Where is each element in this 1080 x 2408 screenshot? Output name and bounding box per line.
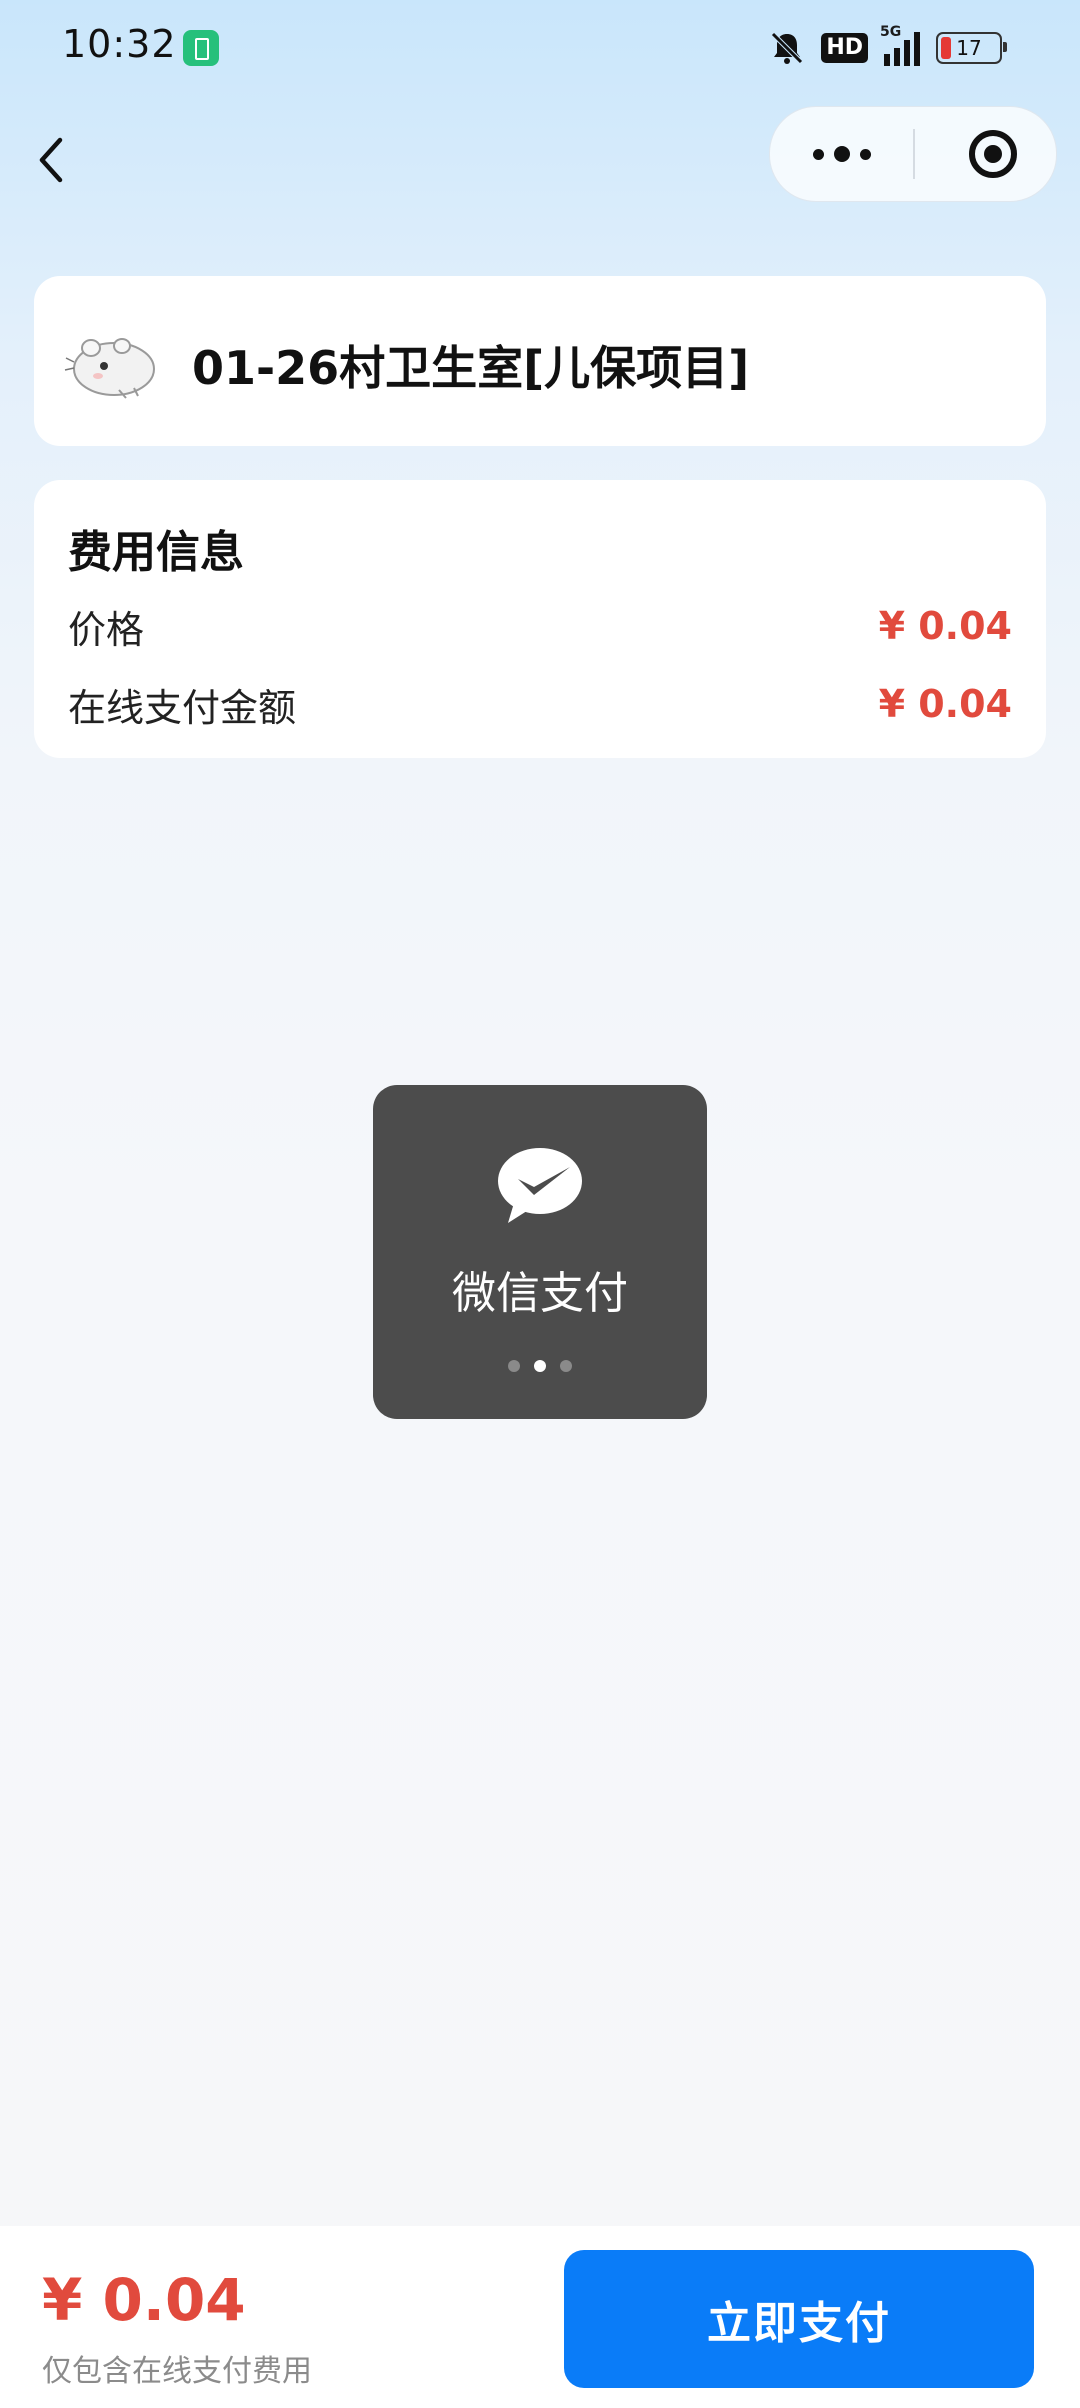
battery-level: 17 [956,36,982,60]
clinic-card: 01-26村卫生室[儿保项目] [34,276,1046,446]
battery-icon: 17 [936,32,1007,64]
fee-row-value: ¥ 0.04 [878,682,1012,726]
total-note: 仅包含在线支付费用 [42,2354,312,2389]
loading-dot [560,1360,572,1372]
status-time: 10:32 [62,22,177,66]
status-bar: 10:32 HD 5G 17 [0,0,1080,100]
bottom-pay-bar: ¥ 0.04 仅包含在线支付费用 立即支付 [0,2226,1080,2408]
fee-info-card: 费用信息 价格 ¥ 0.04 在线支付金额 ¥ 0.04 [34,480,1046,758]
loading-dot [508,1360,520,1372]
capsule-divider [913,129,915,179]
signal-icon: 5G [880,24,920,66]
mini-program-capsule [769,106,1057,202]
toast-text: 微信支付 [452,1268,628,1319]
fee-row-value: ¥ 0.04 [878,604,1012,648]
fee-row-label: 价格 [68,607,145,652]
loading-dots [373,1360,707,1372]
back-arrow-icon[interactable] [26,130,86,190]
more-dots-icon [812,148,824,160]
fee-heading: 费用信息 [68,527,244,578]
network-type-label: 5G [880,24,902,40]
total-amount: ¥ 0.04 [42,2266,246,2334]
target-icon[interactable] [968,129,1018,179]
more-button[interactable] [770,107,913,201]
system-icons: HD 5G 17 [769,24,1007,70]
hd-badge: HD [821,33,868,63]
fee-row-online-amount: 在线支付金额 ¥ 0.04 [68,674,1012,734]
bell-muted-icon [771,32,804,64]
fee-row-label: 在线支付金额 [68,685,297,730]
clinic-title: 01-26村卫生室[儿保项目] [192,341,750,395]
loading-dot-active [534,1360,546,1372]
battery-saver-icon [183,30,219,66]
battery-fill [941,37,951,59]
wechat-pay-loading-toast: 微信支付 [373,1085,707,1419]
wechat-pay-icon [498,1148,582,1223]
pay-now-button[interactable]: 立即支付 [564,2250,1034,2388]
hamster-avatar [64,338,155,399]
fee-row-price: 价格 ¥ 0.04 [68,596,1012,656]
